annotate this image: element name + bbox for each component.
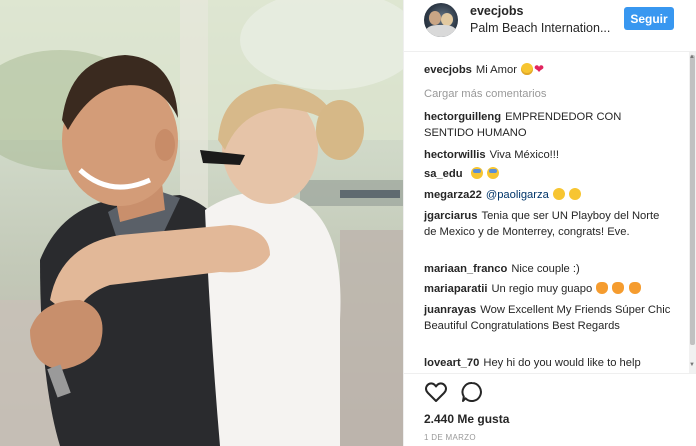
cat-emoji-icon [596, 282, 609, 294]
avatar-figure-3 [426, 25, 456, 37]
couple-photo-illustration [0, 0, 403, 446]
comment-username[interactable]: megarza22 [424, 189, 482, 201]
scroll-up-arrow-icon[interactable]: ▲ [689, 54, 695, 60]
heart-emoji-icon [534, 62, 547, 78]
comment-item: juanrayas Wow Excellent My Friends Súper … [424, 303, 674, 334]
instagram-post: evecjobs Palm Beach Internation... Segui… [0, 0, 696, 446]
caption-text: Mi Amor [475, 64, 517, 76]
scream-emoji-icon [569, 188, 582, 200]
scream-emoji-icon [552, 188, 565, 200]
header-username[interactable]: evecjobs [470, 4, 524, 18]
comment-text: Hey hi do you would like to help [483, 357, 641, 369]
comment-item: hectorwillis Viva México!!! [424, 148, 674, 164]
post-actions: 2.440 Me gusta 1 DE MARZO [404, 373, 696, 446]
comment-icon[interactable] [460, 380, 484, 404]
avatar[interactable] [424, 3, 458, 37]
comment-item: sa_edu [424, 167, 674, 183]
caption: evecjobs Mi Amor [424, 62, 674, 79]
avatar-figure-1 [429, 11, 441, 25]
load-more-comments-link[interactable]: Cargar más comentarios [424, 88, 546, 100]
post-side-panel: evecjobs Palm Beach Internation... Segui… [403, 0, 696, 446]
heart-icon[interactable] [424, 380, 448, 404]
scrollbar-thumb[interactable] [690, 55, 695, 345]
likes-count[interactable]: 2.440 Me gusta [424, 412, 509, 426]
comment-text: Un regio muy guapo [491, 283, 593, 295]
comment-item: loveart_70 Hey hi do you would like to he… [424, 356, 674, 372]
comment-text: Viva México!!! [489, 149, 559, 161]
smile-emoji-icon [521, 63, 534, 75]
comment-item: jgarciarus Tenia que ser UN Playboy del N… [424, 209, 674, 240]
face-emoji-icon [486, 167, 499, 179]
post-header: evecjobs Palm Beach Internation... Segui… [404, 0, 696, 52]
post-photo[interactable] [0, 0, 403, 446]
comment-username[interactable]: mariaparatii [424, 283, 487, 295]
post-date[interactable]: 1 DE MARZO [424, 433, 476, 442]
comment-username[interactable]: mariaan_franco [424, 263, 507, 275]
face-emoji-icon [470, 167, 483, 179]
comment-username[interactable]: hectorwillis [424, 149, 486, 161]
comment-username[interactable]: sa_edu [424, 168, 463, 180]
comment-username[interactable]: juanrayas [424, 304, 476, 316]
comment-text: Nice couple :) [511, 263, 580, 275]
scroll-down-arrow-icon[interactable]: ▼ [689, 362, 695, 368]
caption-username[interactable]: evecjobs [424, 64, 472, 76]
comment-mention[interactable]: @paoligarza [486, 189, 549, 201]
comment-item: megarza22 @paoligarza [424, 188, 674, 204]
comments-scrollbar[interactable] [689, 52, 696, 373]
comment-item: mariaan_franco Nice couple :) [424, 262, 674, 278]
header-location[interactable]: Palm Beach Internation... [470, 21, 610, 35]
cat-emoji-icon [612, 282, 625, 294]
comment-username[interactable]: jgarciarus [424, 210, 477, 222]
follow-button[interactable]: Seguir [624, 7, 674, 30]
comment-item: mariaparatii Un regio muy guapo [424, 282, 674, 298]
cat-emoji-icon [628, 282, 641, 294]
comment-item: hectorguilleng EMPRENDEDOR CON SENTIDO HU… [424, 110, 674, 141]
comments-list[interactable]: evecjobsMi Amor Cargar más comentarios h… [404, 53, 690, 373]
comment-username[interactable]: hectorguilleng [424, 111, 501, 123]
comment-username[interactable]: loveart_70 [424, 357, 479, 369]
